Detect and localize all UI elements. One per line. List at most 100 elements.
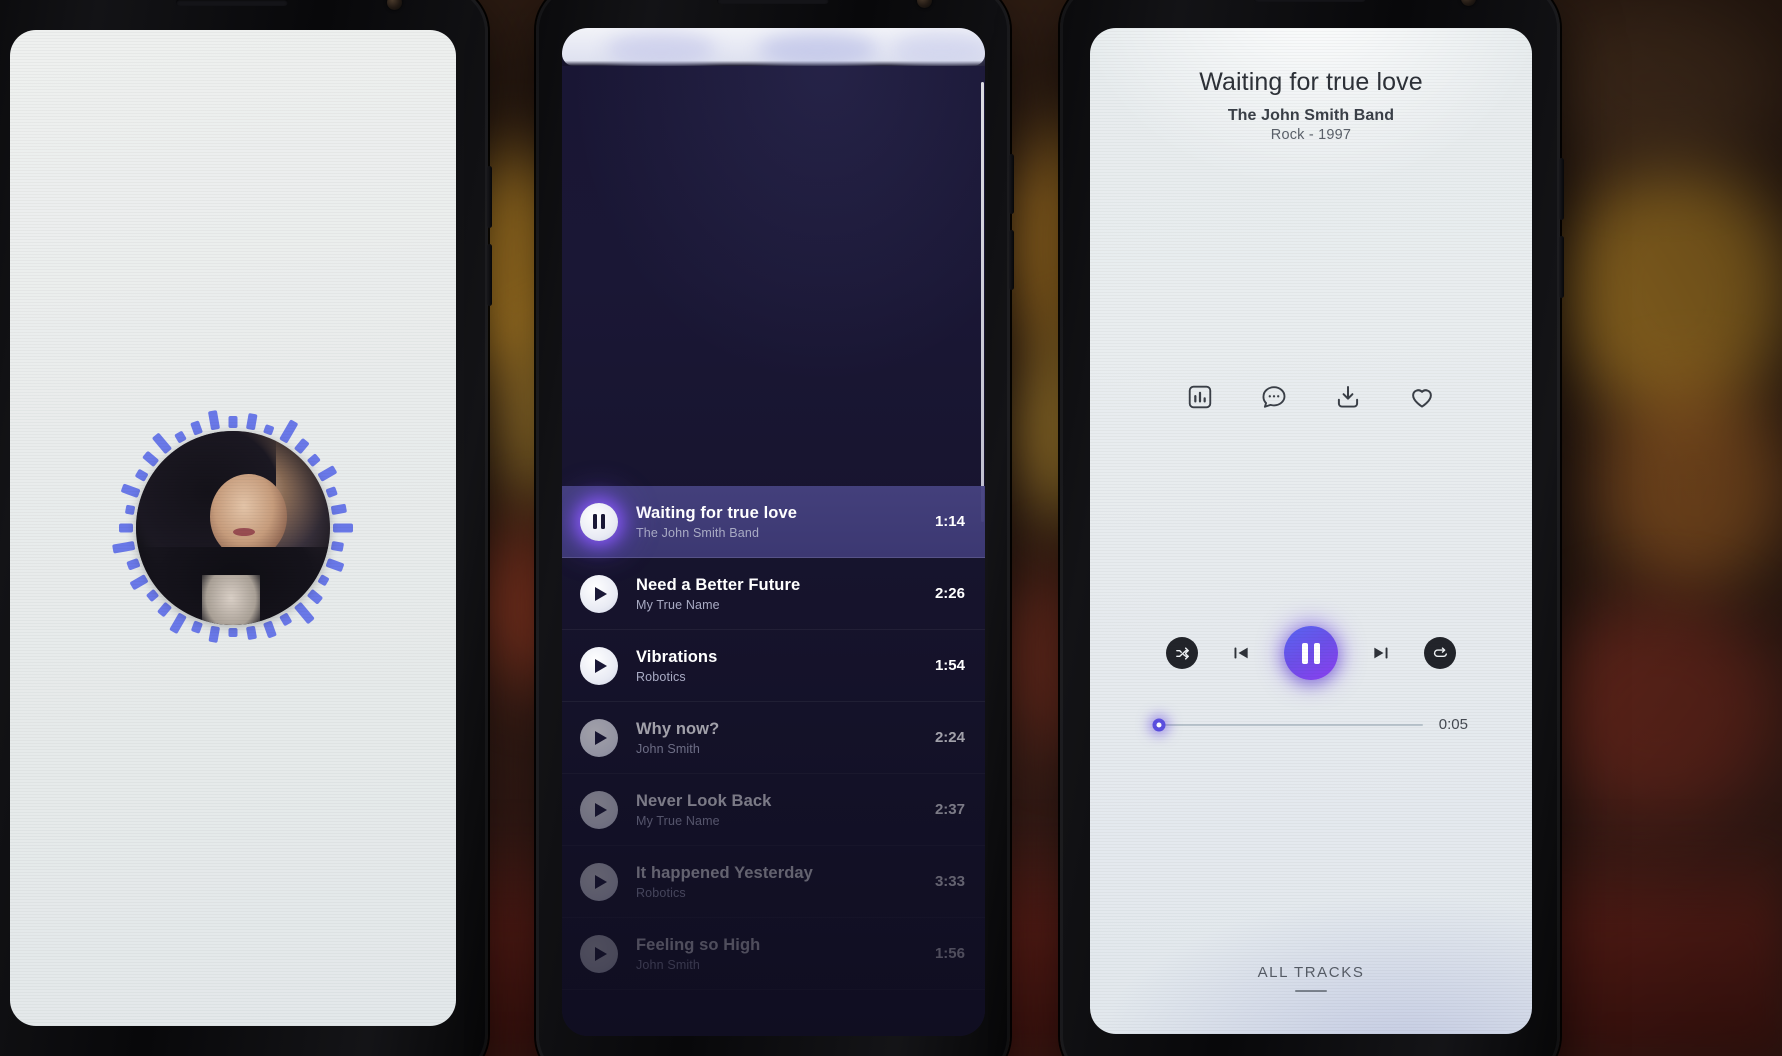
repeat-button[interactable] (1424, 637, 1456, 669)
track-meta: Feeling so High John Smith (636, 935, 923, 973)
visualizer-dash (330, 540, 345, 552)
album-art-image[interactable] (136, 431, 330, 625)
now-playing-header: Waiting for true love The John Smith Ban… (1090, 68, 1532, 143)
visualizer-dash (126, 557, 141, 571)
earpiece-speaker (1254, 0, 1366, 2)
bottom-tab-all-tracks[interactable]: ALL TRACKS (1090, 963, 1532, 992)
equalizer-icon[interactable] (1186, 383, 1214, 411)
track-artist: Robotics (636, 670, 686, 685)
front-camera (387, 0, 402, 10)
visualizer-dash (317, 465, 338, 482)
track-duration: 1:56 (934, 945, 965, 962)
now-playing-title: Waiting for true love (1199, 68, 1423, 96)
phone-middle-screen: Waiting for true love The John Smith Band… (562, 28, 985, 1036)
playback-controls (1090, 626, 1532, 680)
track-row[interactable]: Vibrations Robotics 1:54 (562, 630, 985, 702)
track-meta: Vibrations Robotics (636, 647, 923, 685)
visualizer-dash (333, 523, 353, 533)
volume-up-button[interactable] (1559, 158, 1564, 220)
track-artist: John Smith (636, 958, 701, 973)
front-camera (917, 0, 932, 8)
earpiece-speaker (176, 0, 288, 6)
track-list[interactable]: Waiting for true love The John Smith Band… (562, 486, 985, 1036)
phone-right-screen: Waiting for true love The John Smith Ban… (1090, 28, 1532, 1034)
track-title: Vibrations (636, 647, 718, 666)
visualizer-dash (245, 412, 258, 431)
track-row[interactable]: Waiting for true love The John Smith Band… (562, 486, 985, 558)
track-artist: My True Name (636, 598, 720, 613)
visualizer-dash (245, 625, 258, 641)
status-bar-glow (562, 28, 985, 66)
track-artist: My True Name (636, 814, 720, 829)
track-title: Why now? (636, 719, 720, 738)
pause-icon[interactable] (580, 502, 618, 541)
track-duration: 1:14 (934, 513, 965, 530)
volume-down-button[interactable] (1559, 236, 1564, 298)
screen-sheen (562, 66, 985, 396)
elapsed-time: 0:05 (1438, 716, 1468, 733)
next-button[interactable] (1364, 636, 1398, 670)
earpiece-speaker (717, 0, 829, 4)
vertical-scrollbar[interactable] (981, 82, 984, 522)
volume-down-button[interactable] (1009, 230, 1014, 290)
heart-icon[interactable] (1408, 383, 1436, 411)
visualizer-dash (112, 540, 136, 554)
progress-bar[interactable]: 0:05 (1090, 716, 1532, 733)
download-icon[interactable] (1334, 383, 1362, 411)
track-meta: Waiting for true love The John Smith Band (636, 503, 923, 541)
track-duration: 2:37 (934, 801, 965, 818)
visualizer-dash (325, 486, 338, 499)
volume-up-button[interactable] (487, 166, 492, 228)
phone-right: Waiting for true love The John Smith Ban… (1060, 0, 1564, 1056)
comment-icon[interactable] (1260, 383, 1288, 411)
play-icon[interactable] (580, 790, 618, 829)
progress-handle[interactable] (1152, 718, 1166, 731)
visualizer-dash (306, 453, 321, 468)
track-row[interactable]: Need a Better Future My True Name 2:26 (562, 558, 985, 630)
volume-up-button[interactable] (1009, 154, 1014, 214)
visualizer-dash (228, 628, 238, 637)
screenshot-stage: Waiting for true love The John Smith Band… (0, 0, 1782, 1056)
track-artist: Robotics (636, 886, 686, 901)
progress-track[interactable] (1152, 718, 1423, 731)
now-playing-genre: Rock - 1997 (1270, 127, 1352, 143)
visualizer-dash (293, 437, 310, 455)
play-icon[interactable] (580, 574, 618, 613)
volume-down-button[interactable] (487, 244, 492, 306)
track-actions-row (1090, 383, 1532, 411)
track-title: It happened Yesterday (636, 863, 813, 882)
track-row[interactable]: Feeling so High John Smith 1:56 (562, 918, 985, 990)
visualizer-dash (208, 625, 221, 644)
play-icon[interactable] (580, 862, 618, 901)
phone-left (0, 0, 492, 1056)
visualizer-dash (228, 416, 238, 428)
bottom-tab-indicator (1295, 989, 1327, 992)
track-title: Need a Better Future (636, 575, 801, 594)
track-title: Waiting for true love (636, 503, 797, 522)
track-row[interactable]: Why now? John Smith 2:24 (562, 702, 985, 774)
previous-button[interactable] (1224, 636, 1258, 670)
phone-middle: Waiting for true love The John Smith Band… (536, 0, 1014, 1056)
visualizer-dash (119, 523, 133, 533)
play-icon[interactable] (580, 934, 618, 973)
front-camera (1461, 0, 1476, 6)
visualizer-dash (124, 504, 136, 516)
visualizer-dash (207, 410, 221, 431)
track-meta: Never Look Back My True Name (636, 791, 923, 829)
track-meta: It happened Yesterday Robotics (636, 863, 923, 901)
track-row[interactable]: Never Look Back My True Name 2:37 (562, 774, 985, 846)
pause-button[interactable] (1284, 626, 1338, 680)
now-playing-artist: The John Smith Band (1227, 107, 1395, 124)
track-list-container: Waiting for true love The John Smith Band… (562, 66, 985, 1036)
shuffle-button[interactable] (1166, 637, 1198, 669)
track-title: Never Look Back (636, 791, 772, 810)
phone-left-screen (10, 30, 456, 1026)
play-icon[interactable] (580, 718, 618, 757)
play-icon[interactable] (580, 646, 618, 685)
track-title: Feeling so High (636, 935, 761, 954)
track-artist: The John Smith Band (636, 526, 760, 541)
track-duration: 2:26 (934, 585, 965, 602)
track-row[interactable]: It happened Yesterday Robotics 3:33 (562, 846, 985, 918)
bottom-tab-label: ALL TRACKS (1257, 963, 1365, 981)
track-meta: Why now? John Smith (636, 719, 923, 757)
